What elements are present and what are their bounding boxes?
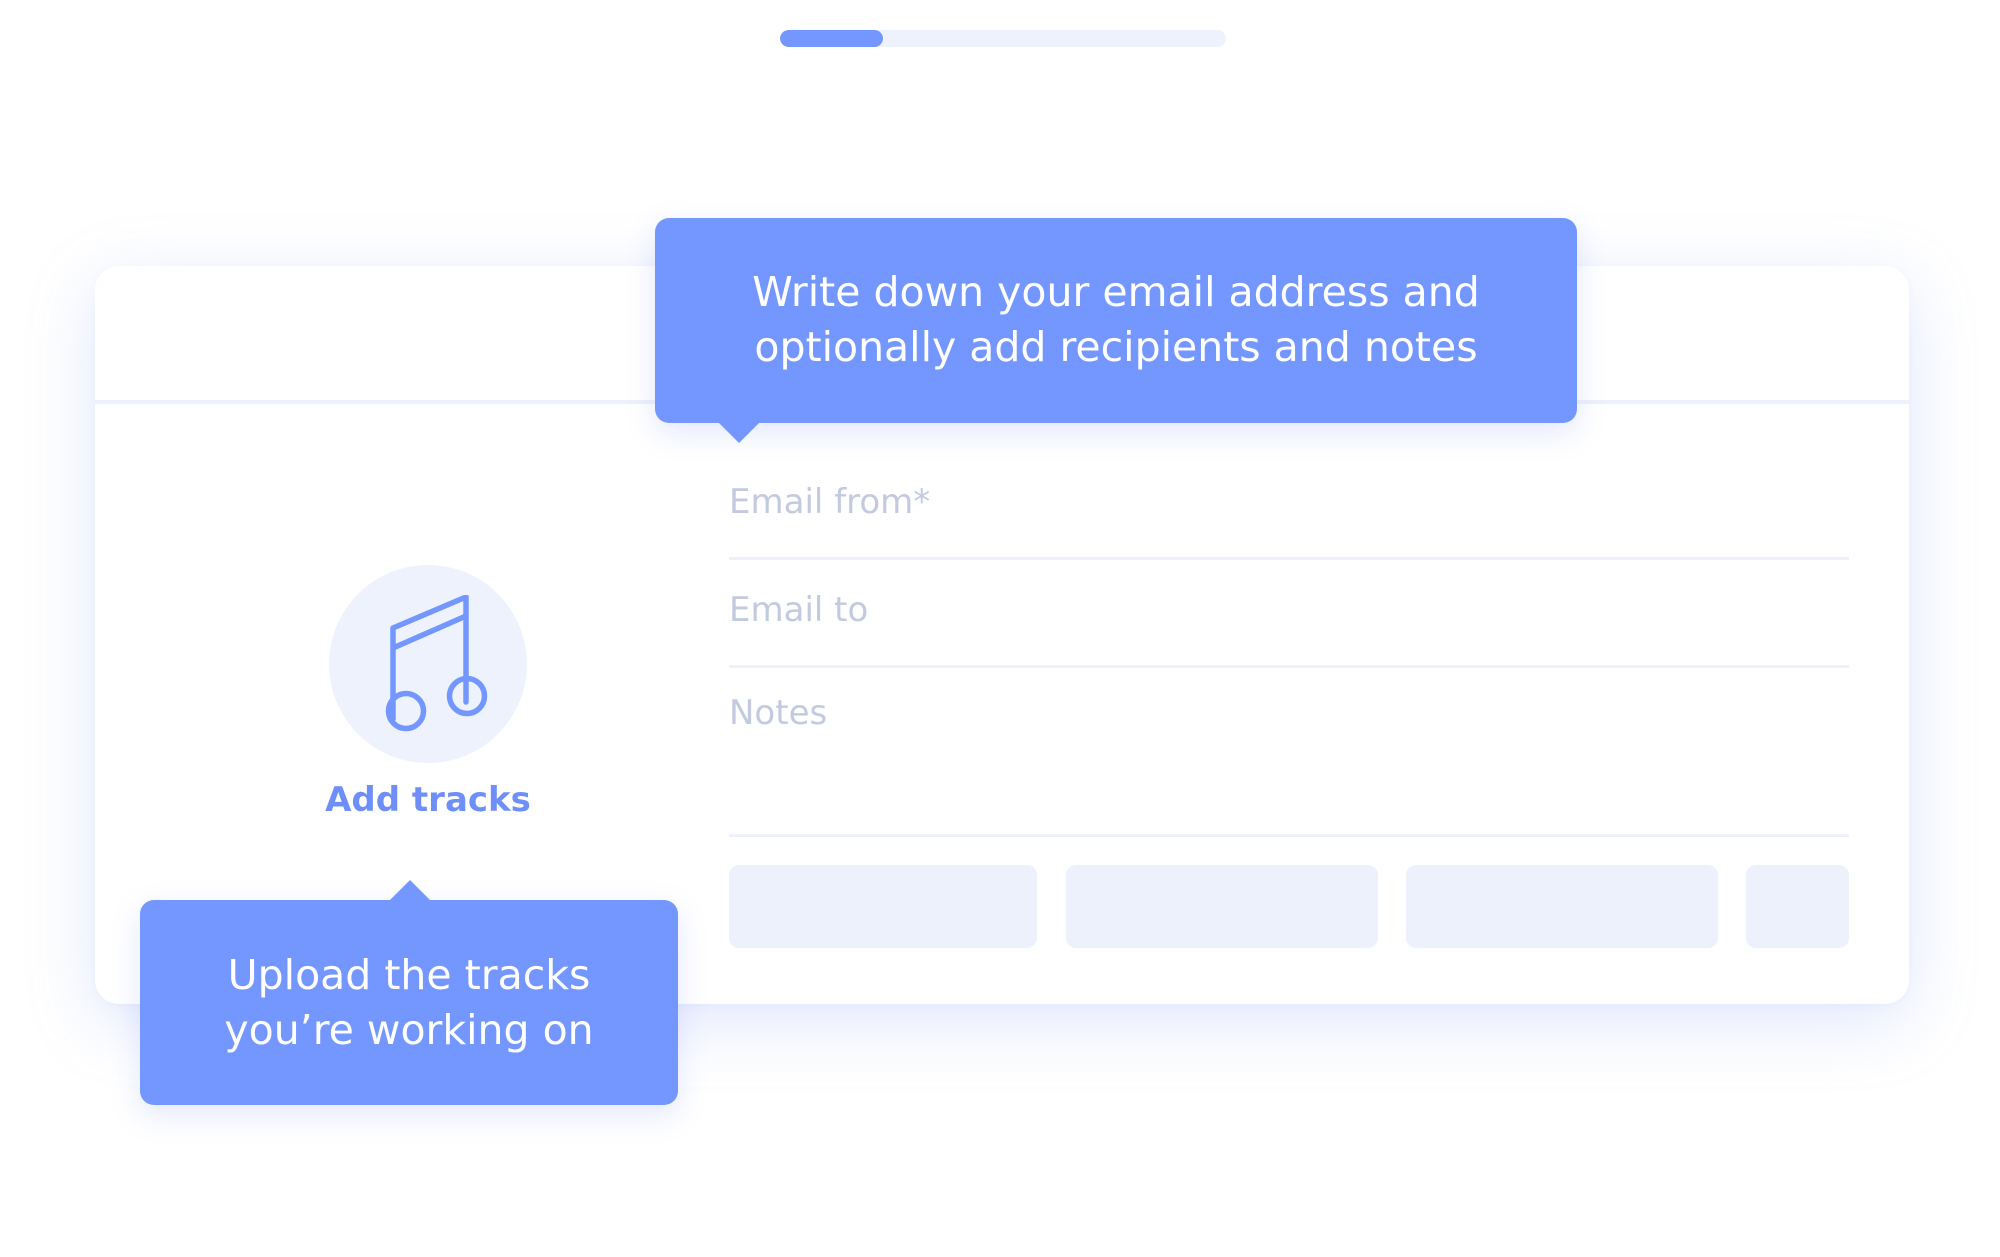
upload-hint-line-2: you’re working on	[224, 1006, 594, 1054]
upload-hint-line-1: Upload the tracks	[227, 951, 591, 999]
notes-field[interactable]: Notes	[729, 668, 1849, 837]
form-hint-line-1: Write down your email address and	[752, 268, 1480, 316]
notes-placeholder: Notes	[729, 693, 828, 733]
placeholder-button-1[interactable]	[729, 865, 1037, 948]
progress-bar-fill	[780, 30, 883, 47]
form-hint-tooltip: Write down your email address and option…	[655, 218, 1577, 443]
placeholder-button-2[interactable]	[1066, 865, 1378, 948]
form-hint-line-2: optionally add recipients and notes	[754, 323, 1478, 371]
email-to-field[interactable]: Email to	[729, 560, 1849, 668]
upload-hint-tooltip: Upload the tracks you’re working on	[140, 880, 678, 1105]
add-tracks-button[interactable]	[329, 565, 527, 763]
add-tracks-label[interactable]: Add tracks	[278, 780, 578, 820]
email-from-placeholder: Email from*	[729, 482, 931, 522]
placeholder-button-3[interactable]	[1406, 865, 1718, 948]
progress-bar	[780, 30, 1226, 47]
music-note-icon	[385, 595, 488, 732]
email-to-placeholder: Email to	[729, 590, 869, 630]
placeholder-button-4[interactable]	[1746, 865, 1849, 948]
